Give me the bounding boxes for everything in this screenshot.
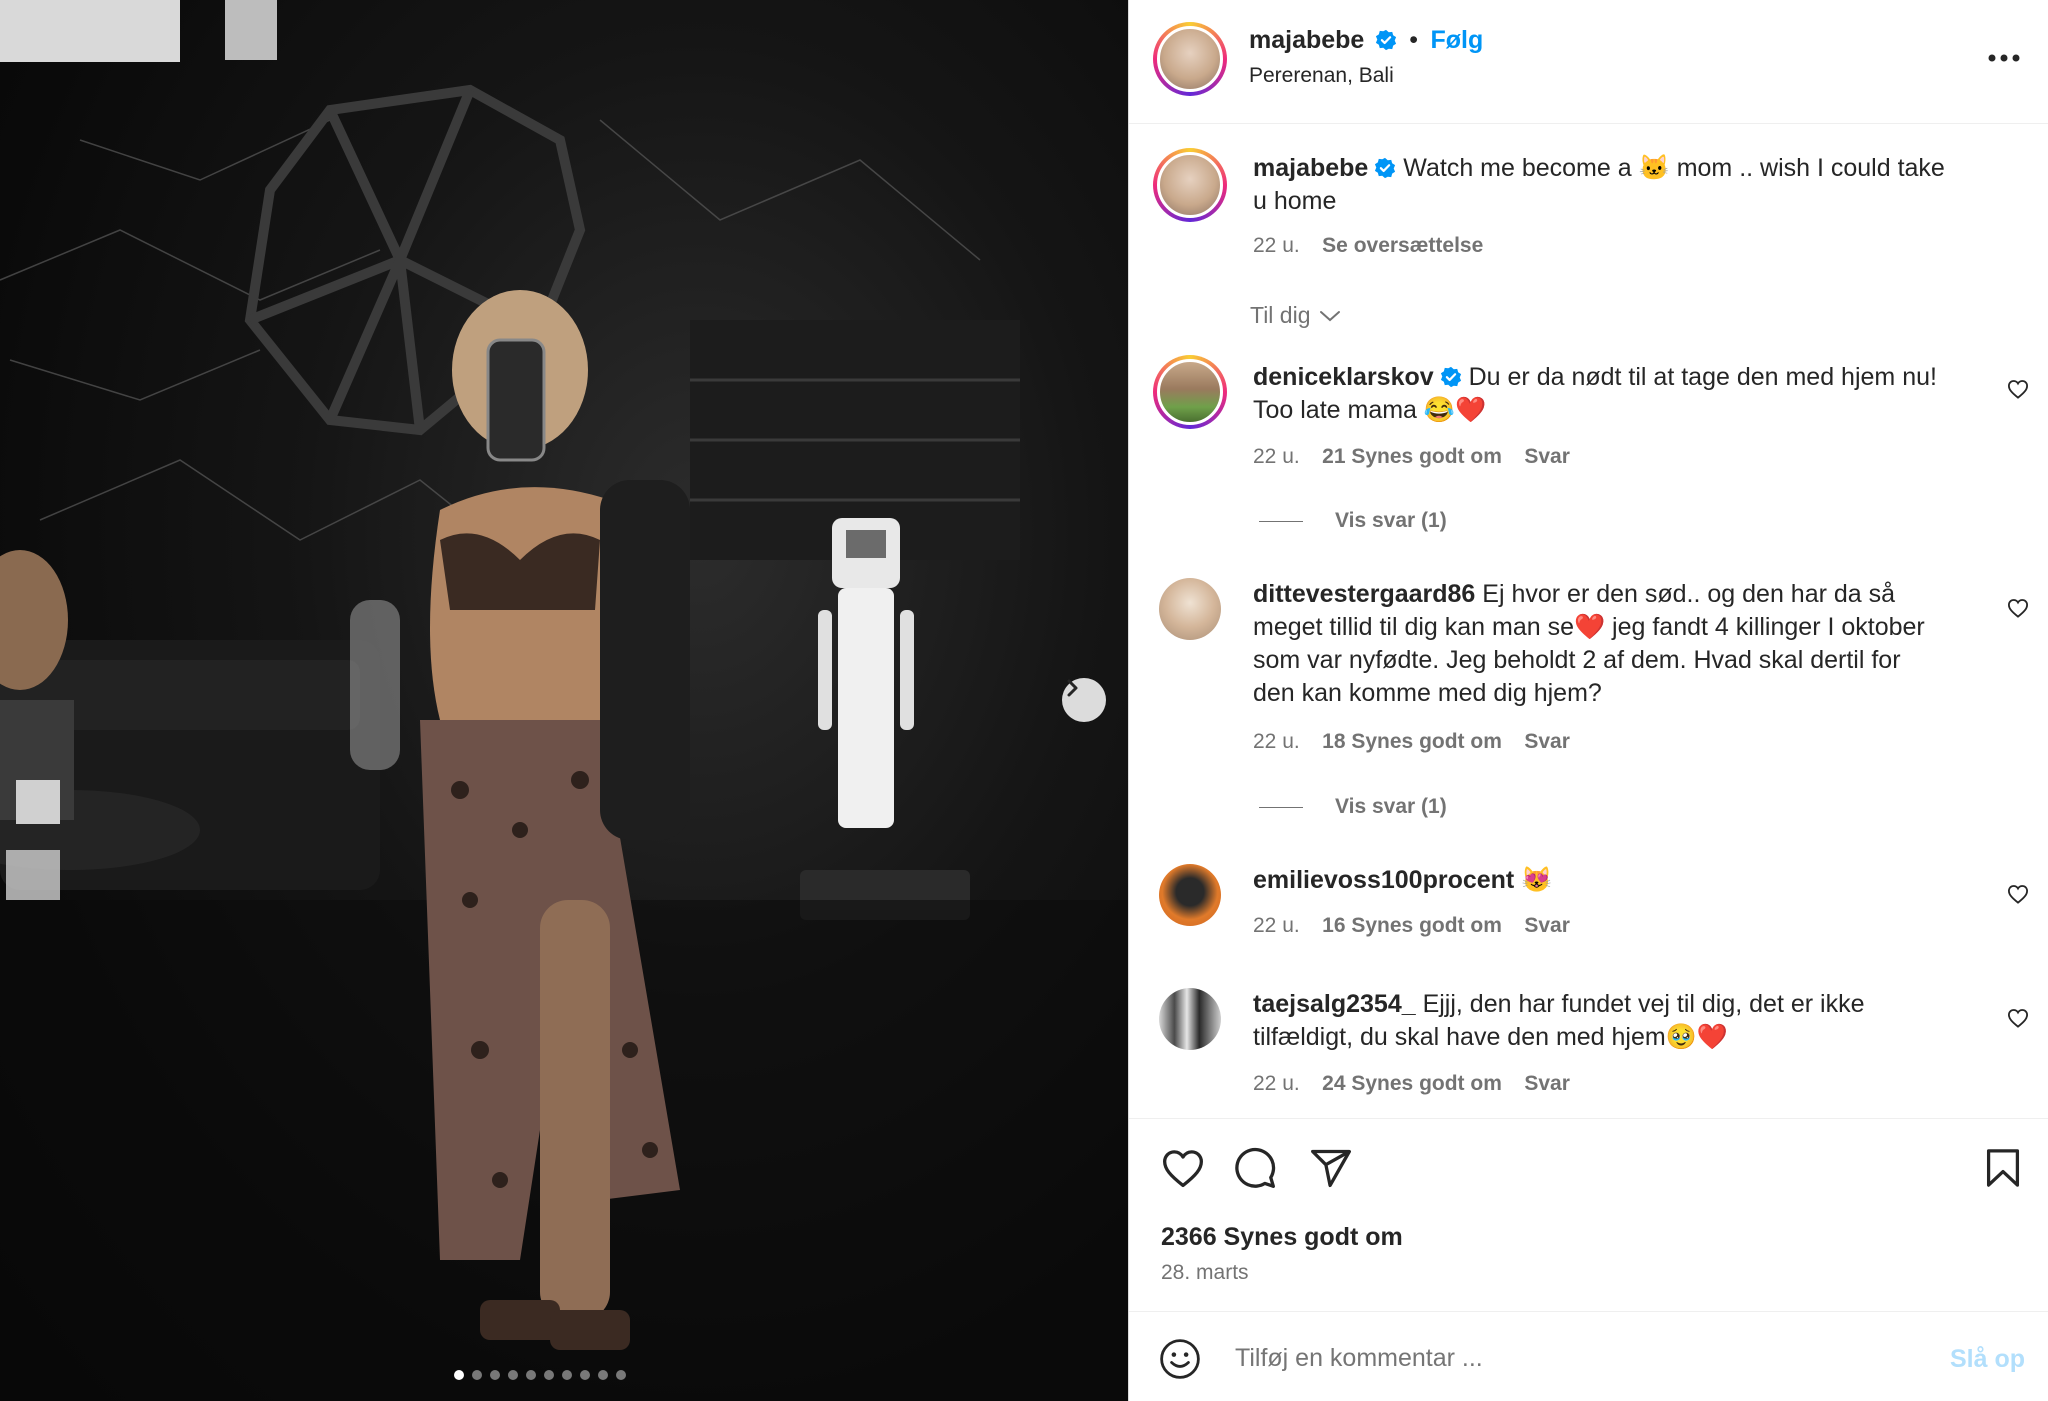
comment-input[interactable] [1235, 1336, 1875, 1380]
emoji-smiley-icon[interactable] [1159, 1338, 1201, 1380]
author-username[interactable]: majabebe [1249, 26, 1364, 54]
post-actions: 2366 Synes godt om 28. marts [1129, 1118, 2048, 1312]
add-comment-bar: Slå op [1129, 1311, 2048, 1401]
comment-username[interactable]: emilievoss100procent [1253, 866, 1514, 894]
like-comment-heart-icon[interactable] [2007, 884, 2029, 904]
comment-username[interactable]: taejsalg2354_ [1253, 990, 1416, 1018]
comment-username[interactable]: deniceklarskov [1253, 363, 1434, 391]
carousel-dot [544, 1370, 554, 1380]
carousel-dot [562, 1370, 572, 1380]
comment-text: dittevestergaard86 Ej hvor er den sød.. … [1253, 578, 2023, 710]
chevron-right-icon [1067, 679, 1078, 697]
carousel-dot [454, 1370, 464, 1380]
reply-button[interactable]: Svar [1524, 914, 1570, 937]
separator-dot: • [1409, 26, 1419, 54]
comment-line: meget tillid til dig kan man se❤️ jeg fa… [1253, 613, 1925, 641]
carousel-dot [472, 1370, 482, 1380]
comment-likes[interactable]: 21 Synes godt om [1322, 445, 1502, 468]
caption-text-after: mom .. wish I could take [1676, 154, 1945, 182]
view-replies-button[interactable]: Vis svar (1) [1335, 509, 1447, 533]
reply-button[interactable]: Svar [1524, 730, 1570, 753]
commenter-avatar[interactable] [1159, 864, 1221, 926]
follow-button[interactable]: Følg [1430, 26, 1483, 54]
carousel-dot [598, 1370, 608, 1380]
carousel-dot [490, 1370, 500, 1380]
comment-time: 22 u. [1253, 730, 1300, 753]
comment-time: 22 u. [1253, 1072, 1300, 1095]
save-bookmark-icon[interactable] [1985, 1148, 2021, 1188]
post-header: majabebe • Følg Pererenan, Bali [1129, 0, 2048, 124]
cat-emoji: 🐱 [1638, 154, 1670, 182]
comment-likes[interactable]: 24 Synes godt om [1322, 1072, 1502, 1095]
comment-text: emilievoss100procent 😻 [1253, 864, 1993, 897]
comment-line: Du er da nødt til at tage den med hjem n… [1468, 363, 1937, 391]
commenter-avatar[interactable] [1159, 578, 1221, 640]
comment-time: 22 u. [1253, 445, 1300, 468]
verified-badge-icon [1440, 366, 1461, 388]
reply-button[interactable]: Svar [1524, 1072, 1570, 1095]
carousel-dot [508, 1370, 518, 1380]
verified-badge-icon [1375, 157, 1396, 179]
like-heart-icon[interactable] [1161, 1147, 1205, 1189]
caption-text-line2: u home [1253, 187, 1337, 215]
comment-username[interactable]: dittevestergaard86 [1253, 580, 1475, 608]
comment-time: 22 u. [1253, 914, 1300, 937]
replies-divider [1259, 521, 1303, 522]
verified-badge-icon [1375, 29, 1396, 51]
sort-label: Til dig [1250, 302, 1311, 328]
author-avatar[interactable] [1153, 22, 1227, 96]
post-photo[interactable] [0, 0, 1128, 1401]
caption-username[interactable]: majabebe [1253, 154, 1368, 182]
comment-text: deniceklarskov Du er da nødt til at tage… [1253, 361, 1993, 427]
view-replies-button[interactable]: Vis svar (1) [1335, 795, 1447, 819]
comment-line: tilfældigt, du skal have den med hjem🥹❤️ [1253, 1023, 1728, 1051]
reply-button[interactable]: Svar [1524, 445, 1570, 468]
post-date: 28. marts [1161, 1261, 1249, 1284]
like-comment-heart-icon[interactable] [2007, 1008, 2029, 1028]
replies-divider [1259, 807, 1303, 808]
post-details-panel: majabebe • Følg Pererenan, Bali majabebe… [1128, 0, 2048, 1401]
comment-line: Too late mama 😂❤️ [1253, 396, 1487, 424]
caption-avatar[interactable] [1153, 148, 1227, 222]
see-translation-button[interactable]: Se oversættelse [1322, 234, 1483, 257]
caption-text-before: Watch me become a [1403, 154, 1632, 182]
comment-line: Ej hvor er den sød.. og den har da så [1482, 580, 1896, 608]
comment-sort-dropdown[interactable]: Til dig [1250, 302, 1341, 329]
comment-line: 😻 [1521, 866, 1553, 894]
post-location[interactable]: Pererenan, Bali [1249, 64, 1394, 88]
carousel-dot [580, 1370, 590, 1380]
comment-likes[interactable]: 18 Synes godt om [1322, 730, 1502, 753]
commenter-avatar[interactable] [1153, 355, 1227, 429]
post-likes-count[interactable]: 2366 Synes godt om [1161, 1223, 1403, 1252]
comment-text: taejsalg2354_ Ejjj, den har fundet vej t… [1253, 988, 1993, 1054]
next-slide-button[interactable] [1062, 678, 1106, 722]
carousel-dots [454, 1370, 626, 1380]
post-comment-button[interactable]: Slå op [1950, 1345, 2025, 1374]
like-comment-heart-icon[interactable] [2007, 379, 2029, 399]
like-comment-heart-icon[interactable] [2007, 598, 2029, 618]
photo-illustration [0, 0, 1128, 1401]
comment-line: den kan komme med dig hjem? [1253, 679, 1602, 707]
more-horizontal-icon[interactable] [1987, 52, 2021, 64]
carousel-dot [616, 1370, 626, 1380]
comment-line: Ejjj, den har fundet vej til dig, det er… [1422, 990, 1865, 1018]
commenter-avatar[interactable] [1159, 988, 1221, 1050]
carousel-dot [526, 1370, 536, 1380]
caption-time: 22 u. [1253, 234, 1300, 257]
comment-line: som var nyfødte. Jeg beholdt 2 af dem. H… [1253, 646, 1901, 674]
comment-likes[interactable]: 16 Synes godt om [1322, 914, 1502, 937]
chevron-down-icon [1319, 310, 1340, 321]
comment-bubble-icon[interactable] [1233, 1146, 1277, 1190]
caption-text: majabebe Watch me become a 🐱 mom .. wish… [1253, 152, 2033, 218]
share-paper-plane-icon[interactable] [1309, 1146, 1353, 1190]
